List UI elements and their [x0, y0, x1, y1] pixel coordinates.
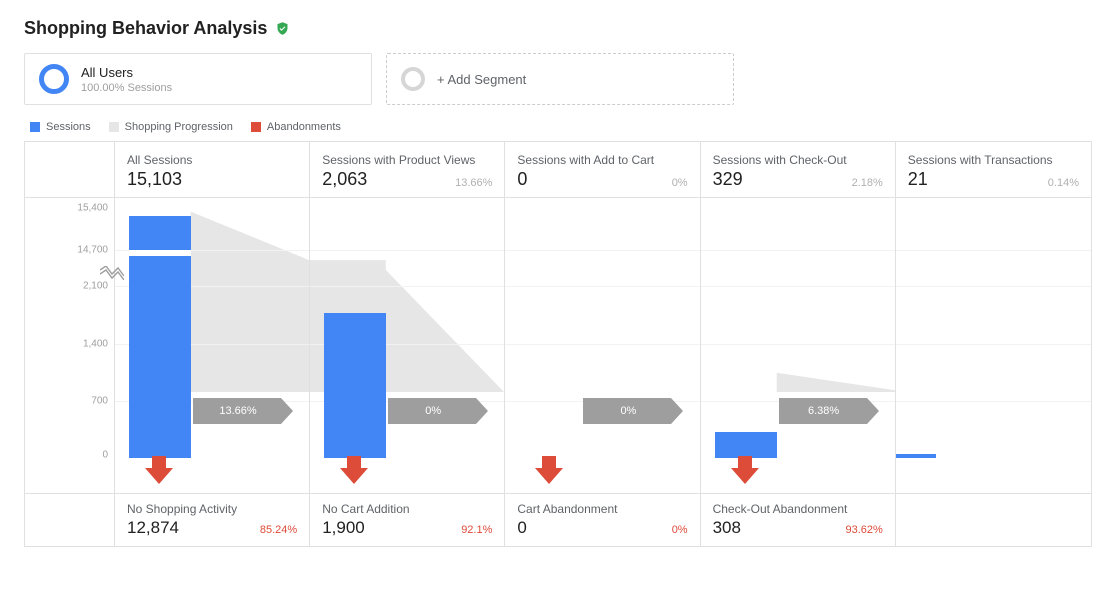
segment-row: All Users 100.00% Sessions + Add Segment	[24, 53, 1092, 105]
stage-plot-3: 6.38%	[701, 198, 896, 458]
segment-ring-icon	[39, 64, 69, 94]
ytick: 1,400	[83, 338, 108, 349]
ytick: 700	[91, 395, 108, 406]
funnel-chart: All Sessions 15,103 Sessions with Produc…	[24, 141, 1092, 547]
stage-header-0[interactable]: All Sessions 15,103	[115, 142, 310, 198]
segment-ring-empty-icon	[401, 67, 425, 91]
abandon-cell-0[interactable]: No Shopping Activity 12,874 85.24%	[115, 494, 310, 546]
ytick: 14,700	[77, 245, 108, 256]
page-header: Shopping Behavior Analysis	[24, 18, 1092, 39]
stage-header-4[interactable]: Sessions with Transactions 21 0.14%	[896, 142, 1091, 198]
y-axis: 15,400 14,700 2,100 1,400 700 0	[25, 198, 115, 458]
ytick: 15,400	[77, 203, 108, 214]
add-segment-button[interactable]: + Add Segment	[386, 53, 734, 105]
yaxis-arrowrow	[25, 458, 115, 494]
swatch-red-icon	[251, 122, 261, 132]
add-segment-label: + Add Segment	[437, 72, 526, 87]
segment-all-users[interactable]: All Users 100.00% Sessions	[24, 53, 372, 105]
abandon-cell-4	[896, 494, 1091, 546]
abandon-cell-2[interactable]: Cart Abandonment 0 0%	[505, 494, 700, 546]
yaxis-ab	[25, 494, 115, 546]
swatch-grey-icon	[109, 122, 119, 132]
progression-arrow: 6.38%	[779, 398, 879, 424]
segment-label: All Users	[81, 65, 172, 80]
abandon-arrow-3	[701, 458, 896, 494]
stage-plot-4	[896, 198, 1091, 458]
session-bar	[896, 454, 936, 458]
legend-abandon[interactable]: Abandonments	[251, 121, 341, 133]
abandon-arrow-1	[310, 458, 505, 494]
progression-arrow: 0%	[388, 398, 488, 424]
progression-arrow: 13.66%	[193, 398, 293, 424]
progression-shape	[701, 198, 895, 392]
stage-header-2[interactable]: Sessions with Add to Cart 0 0%	[505, 142, 700, 198]
stage-header-1[interactable]: Sessions with Product Views 2,063 13.66%	[310, 142, 505, 198]
progression-arrow: 0%	[583, 398, 683, 424]
stage-plot-0: 13.66%	[115, 198, 310, 458]
down-arrow-icon	[145, 468, 173, 484]
ytick: 0	[102, 450, 108, 461]
session-bar	[324, 313, 386, 458]
abandon-arrow-4	[896, 458, 1091, 494]
abandon-cell-1[interactable]: No Cart Addition 1,900 92.1%	[310, 494, 505, 546]
verified-shield-icon	[275, 21, 290, 36]
session-bar	[129, 216, 191, 458]
down-arrow-icon	[535, 468, 563, 484]
legend: Sessions Shopping Progression Abandonmen…	[24, 121, 1092, 133]
down-arrow-icon	[731, 468, 759, 484]
swatch-blue-icon	[30, 122, 40, 132]
legend-sessions[interactable]: Sessions	[30, 121, 91, 133]
ytick: 2,100	[83, 281, 108, 292]
session-bar	[715, 432, 777, 458]
yaxis-header	[25, 142, 115, 198]
stage-header-3[interactable]: Sessions with Check-Out 329 2.18%	[701, 142, 896, 198]
abandon-arrow-0	[115, 458, 310, 494]
stage-plot-1: 0%	[310, 198, 505, 458]
abandon-cell-3[interactable]: Check-Out Abandonment 308 93.62%	[701, 494, 896, 546]
down-arrow-icon	[340, 468, 368, 484]
abandon-arrow-2	[505, 458, 700, 494]
legend-progression[interactable]: Shopping Progression	[109, 121, 233, 133]
segment-sublabel: 100.00% Sessions	[81, 82, 172, 94]
page-title: Shopping Behavior Analysis	[24, 18, 267, 39]
stage-plot-2: 0%	[505, 198, 700, 458]
